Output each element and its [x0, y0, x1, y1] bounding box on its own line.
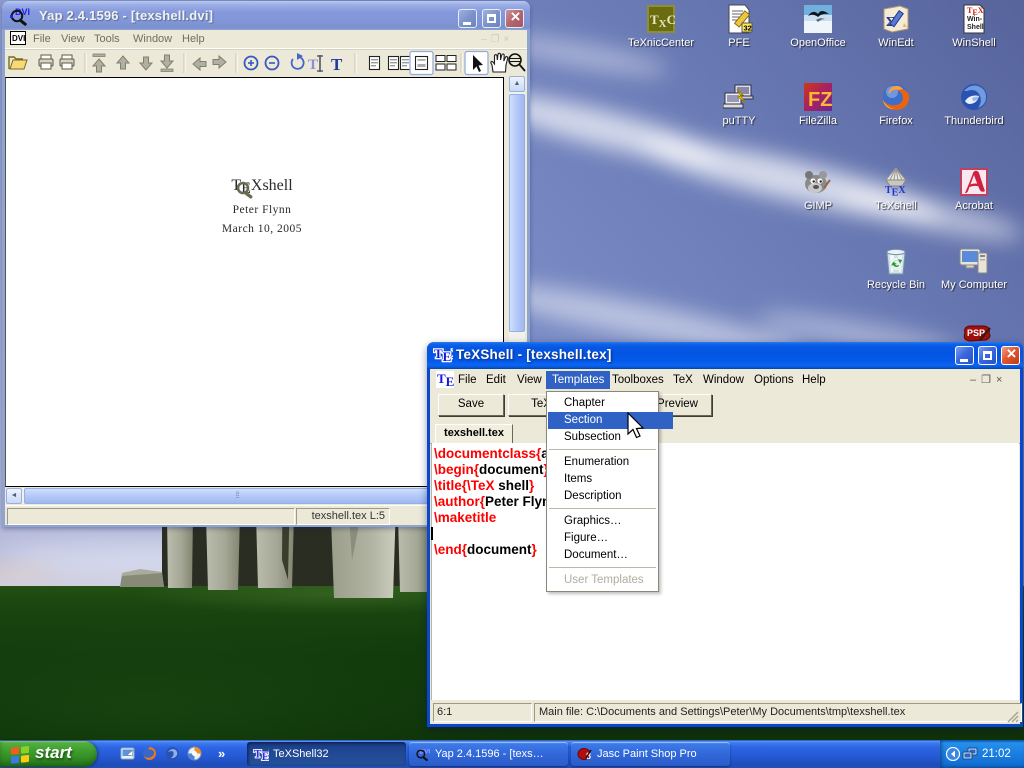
svg-text:Shell: Shell: [967, 24, 984, 31]
svg-text:32: 32: [744, 24, 752, 33]
svg-text:TEX: TEX: [254, 748, 269, 761]
svg-text:TEX: TEX: [437, 371, 454, 388]
svg-text:T: T: [308, 57, 318, 73]
svg-text:TEX: TEX: [434, 346, 453, 364]
svg-text:DVI: DVI: [12, 34, 25, 43]
svg-text:T: T: [331, 55, 343, 74]
svg-text:Win-: Win-: [967, 16, 983, 23]
svg-text:TEX: TEX: [885, 185, 906, 198]
svg-text:FZ: FZ: [808, 89, 832, 111]
